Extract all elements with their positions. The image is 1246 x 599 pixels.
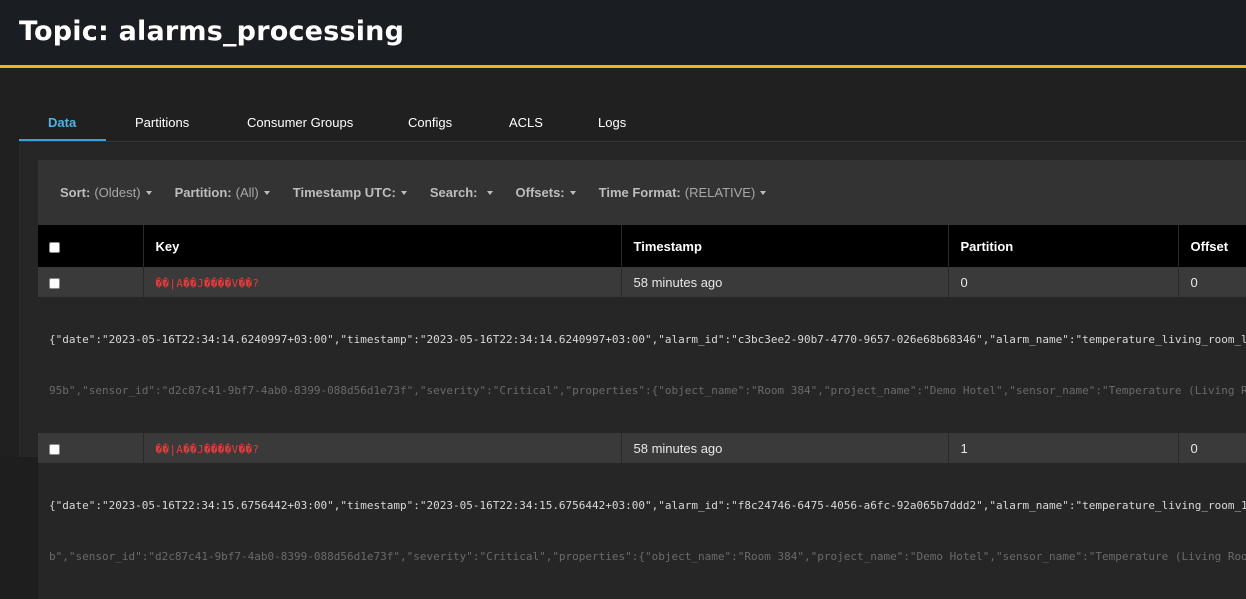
partition-label: Partition: <box>174 185 232 200</box>
row-key-cell: ��|A��J����V��? <box>143 433 622 463</box>
row-checkbox[interactable] <box>49 277 60 289</box>
sort-value: (Oldest) <box>94 185 141 200</box>
header-checkbox-cell <box>38 225 144 267</box>
message-value[interactable]: {"date":"2023-05-16T22:34:15.6756442+03:… <box>38 463 1246 599</box>
message-value-cell: {"date":"2023-05-16T22:34:14.6240997+03:… <box>38 297 1246 433</box>
search-label: Search: <box>429 185 478 200</box>
message-timestamp: 58 minutes ago <box>621 267 949 297</box>
tab-consumer-groups[interactable]: Consumer Groups <box>217 108 378 142</box>
column-header-partition[interactable]: Partition <box>948 225 1179 267</box>
offsets-dropdown[interactable]: Offsets: <box>516 185 576 200</box>
message-partition: 0 <box>948 267 1179 297</box>
column-header-key[interactable]: Key <box>143 225 622 267</box>
row-checkbox-cell <box>38 267 144 297</box>
tab-divider <box>19 141 1246 142</box>
timestamp-label: Timestamp UTC: <box>292 185 396 200</box>
tab-partitions[interactable]: Partitions <box>106 108 217 142</box>
tab-logs[interactable]: Logs <box>566 108 646 142</box>
row-checkbox-cell <box>38 433 144 463</box>
message-value[interactable]: {"date":"2023-05-16T22:34:14.6240997+03:… <box>38 297 1246 433</box>
message-value-line: {"date":"2023-05-16T22:34:15.6756442+03:… <box>49 499 1246 512</box>
tab-configs[interactable]: Configs <box>378 108 479 142</box>
messages-table: Key Timestamp Partition Offset ��|A��J��… <box>38 225 1246 599</box>
table-row[interactable]: ��|A��J����V��? 58 minutes ago 1 0 <box>38 433 1246 463</box>
table-header-row: Key Timestamp Partition Offset <box>38 225 1246 267</box>
tab-acls[interactable]: ACLS <box>479 108 566 142</box>
caret-down-icon <box>145 190 152 195</box>
time-format-label: Time Format: <box>598 185 681 200</box>
message-key: ��|A��J����V��? <box>155 276 260 290</box>
message-key: ��|A��J����V��? <box>155 442 260 456</box>
sort-label: Sort: <box>60 185 91 200</box>
table-row[interactable]: ��|A��J����V��? 58 minutes ago 0 0 <box>38 267 1246 297</box>
message-partition: 1 <box>948 433 1179 463</box>
message-value-row: {"date":"2023-05-16T22:34:15.6756442+03:… <box>38 463 1246 599</box>
message-offset: 0 <box>1178 433 1246 463</box>
caret-down-icon <box>760 190 767 195</box>
search-dropdown[interactable]: Search: <box>430 185 493 200</box>
message-timestamp: 58 minutes ago <box>621 433 949 463</box>
column-header-offset[interactable]: Offset <box>1178 225 1246 267</box>
message-value-line: {"date":"2023-05-16T22:34:14.6240997+03:… <box>49 333 1246 346</box>
caret-down-icon <box>263 190 270 195</box>
column-header-timestamp[interactable]: Timestamp <box>621 225 949 267</box>
message-value-row: {"date":"2023-05-16T22:34:14.6240997+03:… <box>38 297 1246 433</box>
message-value-cell: {"date":"2023-05-16T22:34:15.6756442+03:… <box>38 463 1246 599</box>
tab-data[interactable]: Data <box>19 108 106 142</box>
page-title: Topic: alarms_processing <box>19 16 405 47</box>
select-all-checkbox[interactable] <box>49 241 60 253</box>
filter-toolbar: Sort: (Oldest) Partition: (All) Timestam… <box>38 160 1246 225</box>
partition-dropdown[interactable]: Partition: (All) <box>175 185 270 200</box>
message-value-line: 95b","sensor_id":"d2c87c41-9bf7-4ab0-839… <box>49 384 1246 397</box>
message-offset: 0 <box>1178 267 1246 297</box>
row-key-cell: ��|A��J����V��? <box>143 267 622 297</box>
caret-down-icon <box>486 190 493 195</box>
caret-down-icon <box>400 190 407 195</box>
message-value-line: b","sensor_id":"d2c87c41-9bf7-4ab0-8399-… <box>49 550 1246 563</box>
offsets-label: Offsets: <box>515 185 565 200</box>
time-format-value: (RELATIVE) <box>684 185 756 200</box>
topic-header: Topic: alarms_processing <box>0 0 1246 68</box>
partition-value: (All) <box>235 185 259 200</box>
timestamp-dropdown[interactable]: Timestamp UTC: <box>293 185 407 200</box>
row-checkbox[interactable] <box>49 443 60 455</box>
sort-dropdown[interactable]: Sort: (Oldest) <box>60 185 152 200</box>
caret-down-icon <box>569 190 576 195</box>
tab-bar: Data Partitions Consumer Groups Configs … <box>19 108 646 142</box>
time-format-dropdown[interactable]: Time Format: (RELATIVE) <box>599 185 767 200</box>
